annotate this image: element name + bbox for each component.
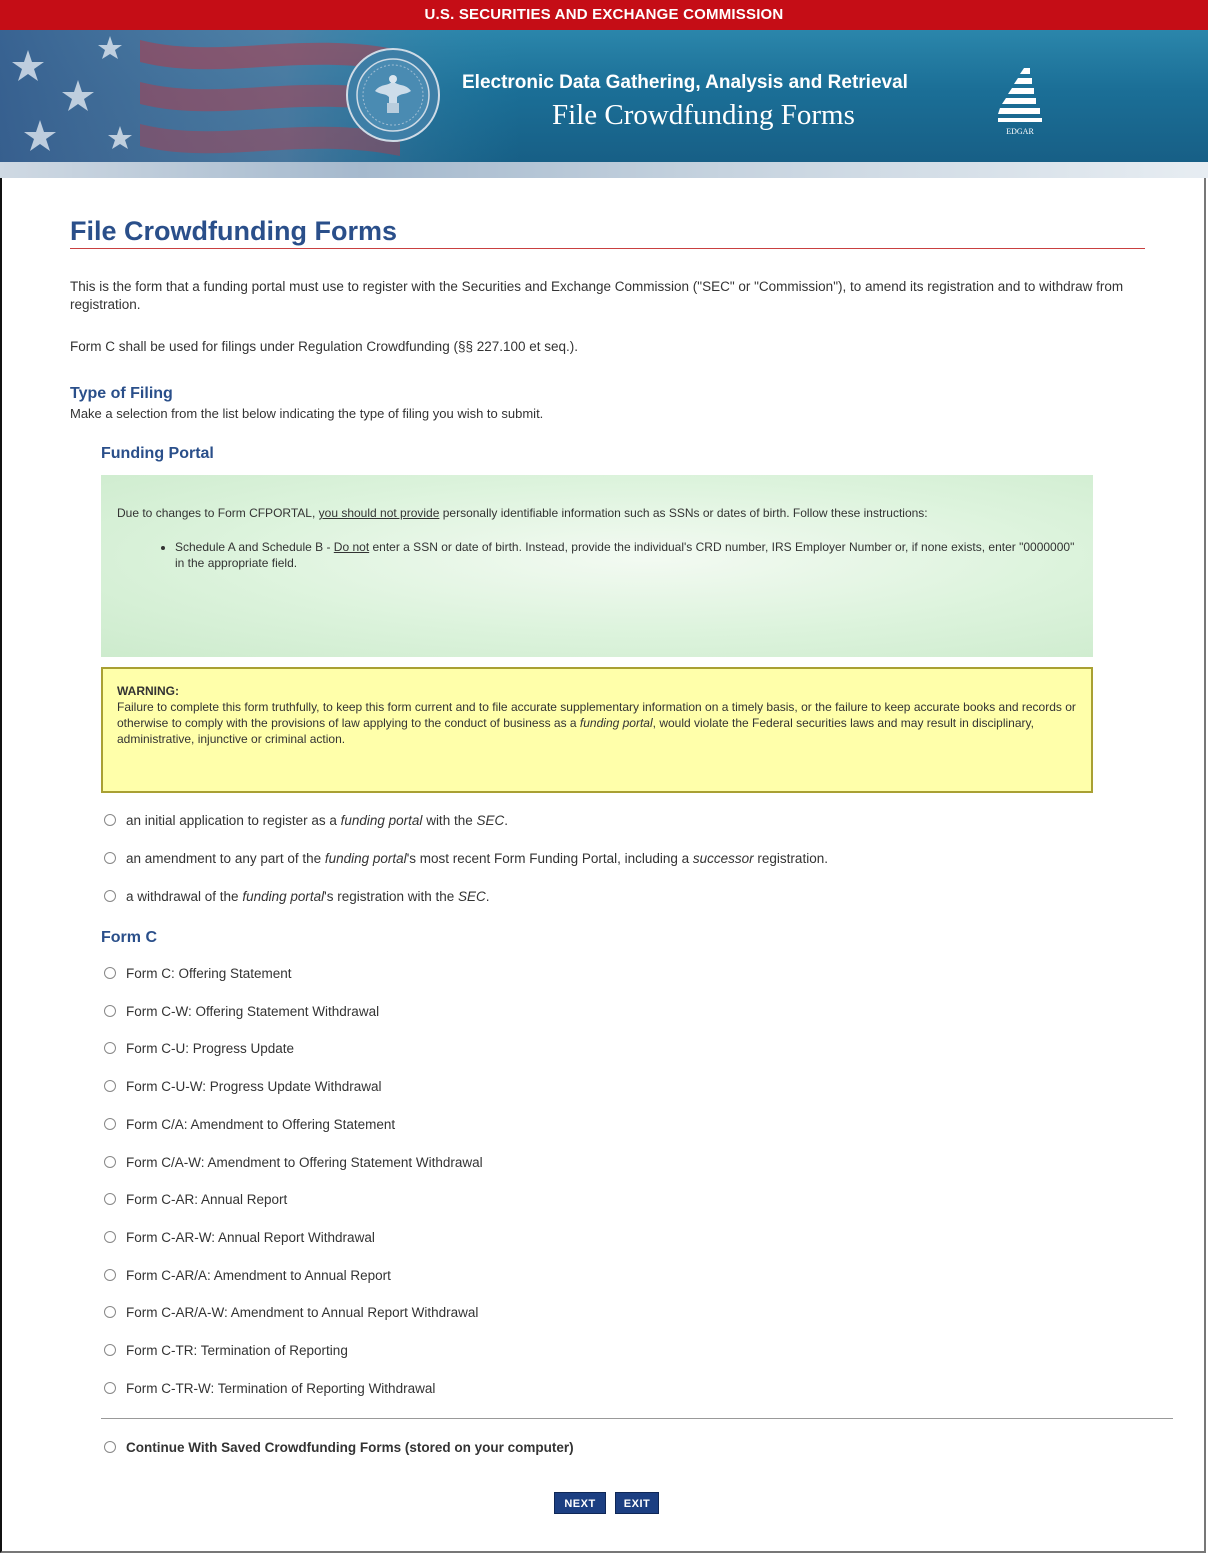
page-title: File Crowdfunding Forms (70, 216, 397, 246)
radio-button[interactable] (104, 1080, 116, 1092)
radio-button[interactable] (104, 1231, 116, 1243)
option-form-c-u[interactable]: Form C-U: Progress Update (104, 1037, 294, 1059)
option-label: Form C-AR/A-W: Amendment to Annual Repor… (126, 1304, 479, 1320)
option-label: Form C-AR/A: Amendment to Annual Report (126, 1267, 391, 1283)
option-label: Form C-AR: Annual Report (126, 1191, 288, 1207)
agency-bar: U.S. SECURITIES AND EXCHANGE COMMISSION (0, 0, 1208, 31)
option-form-c-ar[interactable]: Form C-AR: Annual Report (104, 1188, 287, 1210)
radio-button[interactable] (104, 1118, 116, 1130)
system-subtitle: File Crowdfunding Forms (552, 99, 855, 131)
form-c-heading: Form C (101, 929, 157, 946)
radio-button[interactable] (104, 1156, 116, 1168)
option-label: a withdrawal of the funding portal's reg… (126, 888, 490, 904)
section-divider (101, 1418, 1173, 1419)
radio-button[interactable] (104, 814, 116, 826)
option-form-c-tr-w[interactable]: Form C-TR-W: Termination of Reporting Wi… (104, 1377, 435, 1399)
option-label: Continue With Saved Crowdfunding Forms (… (126, 1439, 574, 1455)
radio-button[interactable] (104, 1441, 116, 1453)
flag-graphic (0, 30, 520, 162)
option-label: Form C-TR-W: Termination of Reporting Wi… (126, 1380, 436, 1396)
pii-notice-list: Schedule A and Schedule B - Do not enter… (117, 539, 1079, 571)
warning-box: WARNING: Failure to complete this form t… (101, 667, 1093, 793)
title-divider (70, 248, 1145, 249)
option-amendment[interactable]: an amendment to any part of the funding … (104, 847, 828, 869)
option-label: Form C-AR-W: Annual Report Withdrawal (126, 1229, 375, 1245)
radio-button[interactable] (104, 1042, 116, 1054)
option-label: an amendment to any part of the funding … (126, 850, 828, 866)
option-label: Form C-TR: Termination of Reporting (126, 1342, 348, 1358)
option-withdrawal[interactable]: a withdrawal of the funding portal's reg… (104, 885, 490, 907)
option-label: Form C-U-W: Progress Update Withdrawal (126, 1078, 382, 1094)
option-label: Form C-U: Progress Update (126, 1040, 295, 1056)
radio-button[interactable] (104, 852, 116, 864)
option-form-c-u-w[interactable]: Form C-U-W: Progress Update Withdrawal (104, 1075, 382, 1097)
radio-button[interactable] (104, 1005, 116, 1017)
option-form-c[interactable]: Form C: Offering Statement (104, 962, 292, 984)
radio-button[interactable] (104, 1306, 116, 1318)
radio-button[interactable] (104, 1193, 116, 1205)
option-form-c-w[interactable]: Form C-W: Offering Statement Withdrawal (104, 1000, 379, 1022)
option-form-c-a[interactable]: Form C/A: Amendment to Offering Statemen… (104, 1113, 395, 1135)
intro-text: This is the form that a funding portal m… (70, 279, 1124, 312)
edgar-logo-text: EDGAR (1006, 127, 1034, 136)
sec-seal-icon (346, 48, 440, 142)
type-of-filing-heading: Type of Filing (70, 385, 173, 402)
next-button[interactable]: NEXT (554, 1492, 606, 1514)
option-initial-application[interactable]: an initial application to register as a … (104, 809, 508, 831)
option-label: Form C: Offering Statement (126, 965, 292, 981)
warning-label: WARNING: (117, 684, 179, 698)
form-c-note: Form C shall be used for filings under R… (70, 339, 579, 354)
type-instruction: Make a selection from the list below ind… (70, 406, 544, 421)
radio-button[interactable] (104, 967, 116, 979)
funding-portal-heading: Funding Portal (101, 445, 214, 462)
system-title: Electronic Data Gathering, Analysis and … (462, 72, 908, 93)
option-label: Form C/A-W: Amendment to Offering Statem… (126, 1154, 483, 1170)
pii-notice-text: Due to changes to Form CFPORTAL, you sho… (117, 506, 928, 520)
radio-button[interactable] (104, 1344, 116, 1356)
option-form-c-ar-a[interactable]: Form C-AR/A: Amendment to Annual Report (104, 1264, 391, 1286)
option-label: Form C/A: Amendment to Offering Statemen… (126, 1116, 396, 1132)
radio-button[interactable] (104, 1269, 116, 1281)
option-label: an initial application to register as a … (126, 812, 508, 828)
option-form-c-ar-w[interactable]: Form C-AR-W: Annual Report Withdrawal (104, 1226, 375, 1248)
edgar-logo-icon: EDGAR (998, 68, 1042, 136)
exit-button[interactable]: EXIT (615, 1492, 659, 1514)
radio-button[interactable] (104, 1382, 116, 1394)
option-form-c-a-w[interactable]: Form C/A-W: Amendment to Offering Statem… (104, 1151, 483, 1173)
radio-button[interactable] (104, 890, 116, 902)
warning-text: Failure to complete this form truthfully… (117, 700, 1076, 746)
banner-shade (0, 162, 1208, 178)
pii-notice: Due to changes to Form CFPORTAL, you sho… (101, 475, 1093, 657)
option-form-c-ar-a-w[interactable]: Form C-AR/A-W: Amendment to Annual Repor… (104, 1301, 478, 1323)
pii-notice-bullet: Schedule A and Schedule B - Do not enter… (175, 539, 1079, 571)
option-label: Form C-W: Offering Statement Withdrawal (126, 1003, 380, 1019)
option-form-c-tr[interactable]: Form C-TR: Termination of Reporting (104, 1339, 348, 1361)
header-banner: Electronic Data Gathering, Analysis and … (0, 30, 1208, 162)
option-continue-saved[interactable]: Continue With Saved Crowdfunding Forms (… (104, 1436, 574, 1458)
